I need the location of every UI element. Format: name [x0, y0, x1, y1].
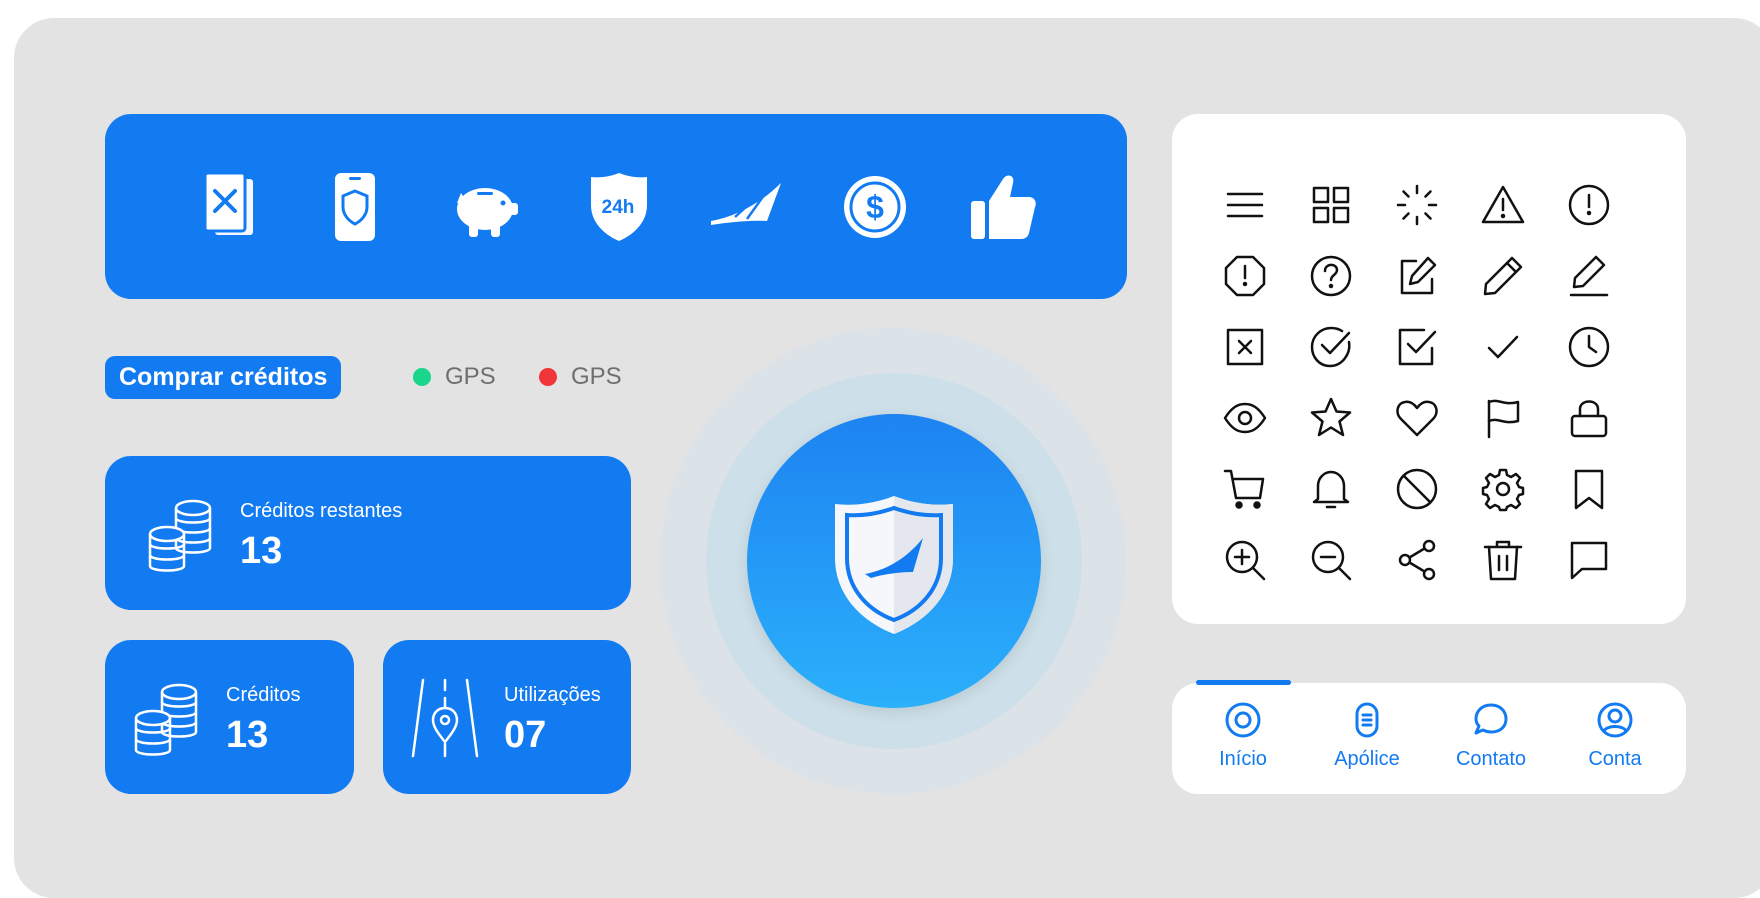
clock-icon[interactable] [1566, 324, 1612, 370]
tab-label: Conta [1588, 748, 1642, 770]
phone-shield-icon [335, 173, 375, 241]
uses-card[interactable]: Utilizações 07 [383, 640, 631, 794]
settings-icon[interactable] [1480, 466, 1526, 512]
card-value: 13 [226, 714, 269, 756]
svg-text:$: $ [866, 189, 884, 225]
check-icon[interactable] [1480, 324, 1526, 370]
shield-24h-icon: 24h [591, 173, 647, 241]
star-icon[interactable] [1308, 395, 1354, 441]
tab-label: Início [1219, 748, 1267, 770]
card-label: Créditos restantes [240, 500, 403, 522]
credits-card[interactable]: Créditos 13 [105, 640, 354, 794]
tab-inicio[interactable]: Início [1183, 700, 1303, 771]
feature-banner: 24h $ [105, 114, 1127, 299]
thumbs-up-icon [971, 175, 1036, 239]
policy-icon [1355, 702, 1379, 738]
cart-icon[interactable] [1222, 466, 1268, 512]
coins-icon [134, 683, 198, 756]
account-icon [1597, 702, 1633, 738]
chat-icon[interactable] [1566, 537, 1612, 583]
edit-box-icon[interactable] [1394, 253, 1440, 299]
check-square-icon[interactable] [1394, 324, 1440, 370]
card-value: 07 [504, 714, 547, 756]
alert-circle-icon[interactable] [1566, 182, 1612, 228]
card-label: Créditos [226, 684, 301, 706]
gps-label: GPS [445, 363, 496, 390]
gps-status-offline: GPS [539, 363, 622, 391]
warning-icon[interactable] [1480, 182, 1526, 228]
tab-conta[interactable]: Conta [1555, 700, 1675, 771]
protection-orb-button[interactable] [747, 414, 1041, 708]
help-icon[interactable] [1308, 253, 1354, 299]
grid-icon[interactable] [1308, 182, 1354, 228]
card-label: Utilizações [504, 684, 601, 706]
loading-icon[interactable] [1394, 182, 1440, 228]
icon-library-panel [1172, 114, 1686, 624]
trash-icon[interactable] [1480, 537, 1526, 583]
zoom-out-icon[interactable] [1308, 537, 1354, 583]
pencil-icon[interactable] [1480, 253, 1526, 299]
cancel-policy-icon [203, 171, 253, 235]
bell-icon[interactable] [1308, 466, 1354, 512]
share-icon[interactable] [1394, 537, 1440, 583]
piggy-bank-icon [457, 188, 518, 237]
card-value: 13 [240, 530, 283, 572]
close-square-icon[interactable] [1222, 324, 1268, 370]
shield-logo-icon [835, 496, 953, 634]
status-dot-red [539, 368, 557, 386]
icon-grid [1222, 169, 1652, 595]
heart-icon[interactable] [1394, 395, 1440, 441]
road-pin-icon [411, 678, 479, 758]
gps-status-online: GPS [413, 363, 496, 391]
home-target-icon [1225, 702, 1261, 738]
remaining-credits-card[interactable]: Créditos restantes 13 [105, 456, 631, 610]
menu-icon[interactable] [1222, 182, 1268, 228]
svg-text:24h: 24h [602, 197, 635, 218]
dollar-coin-icon: $ [844, 176, 906, 238]
active-tab-indicator [1196, 680, 1291, 685]
zoom-in-icon[interactable] [1222, 537, 1268, 583]
chat-bubble-icon [1474, 703, 1508, 735]
tab-apolice[interactable]: Apólice [1307, 700, 1427, 771]
lock-icon[interactable] [1566, 395, 1612, 441]
edit-line-icon[interactable] [1566, 253, 1612, 299]
coins-icon [148, 499, 212, 572]
tab-label: Contato [1455, 748, 1527, 770]
gps-label: GPS [571, 363, 622, 390]
flag-icon[interactable] [1480, 395, 1526, 441]
brand-wing-icon [711, 183, 781, 225]
buy-credits-button[interactable]: Comprar créditos [105, 356, 342, 399]
tab-label: Apólice [1334, 748, 1400, 770]
eye-icon[interactable] [1222, 395, 1268, 441]
block-icon[interactable] [1394, 466, 1440, 512]
alert-octagon-icon[interactable] [1222, 253, 1268, 299]
bookmark-icon[interactable] [1566, 466, 1612, 512]
status-dot-green [413, 368, 431, 386]
tab-contato[interactable]: Contato [1431, 700, 1551, 771]
check-circle-icon[interactable] [1308, 324, 1354, 370]
